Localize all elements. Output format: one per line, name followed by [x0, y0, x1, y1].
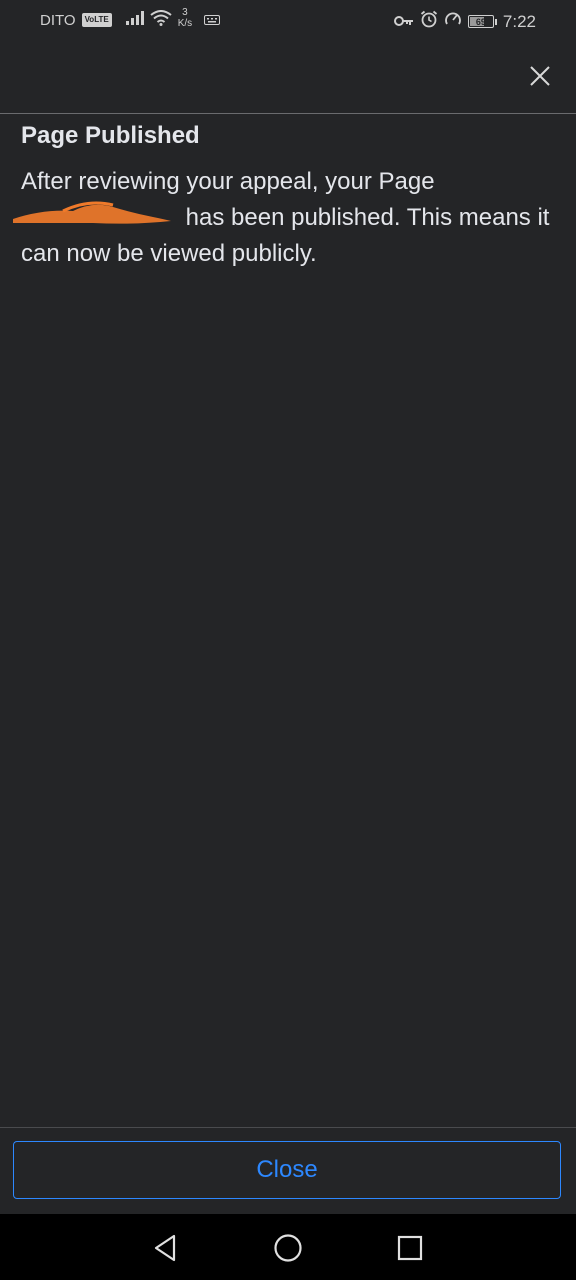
recent-apps-icon[interactable]	[394, 1232, 426, 1264]
dialog-content: Page Published After reviewing your appe…	[13, 120, 551, 272]
battery-icon: 69	[467, 15, 497, 28]
data-saver-icon	[444, 10, 462, 33]
battery-tip	[494, 18, 497, 25]
carrier-name: DITO	[40, 11, 76, 29]
back-icon[interactable]	[150, 1232, 182, 1264]
close-button[interactable]: Close	[13, 1141, 561, 1199]
dialog-body: After reviewing your appeal, your Page h…	[13, 164, 551, 272]
signal-icon	[125, 11, 144, 29]
volte-badge: VoLTE	[81, 13, 112, 27]
speed-unit: K/s	[177, 18, 193, 29]
footer-divider	[0, 1127, 576, 1128]
wifi-icon	[150, 10, 172, 30]
close-icon[interactable]	[528, 64, 552, 88]
home-icon[interactable]	[272, 1232, 304, 1264]
clock: 7:22	[502, 11, 536, 31]
battery-level: 69	[475, 16, 486, 27]
screen: DITO VoLTE 3 K/s 69 7:22 Page Published …	[0, 0, 576, 1280]
status-bar: DITO VoLTE 3 K/s 69 7:22	[0, 0, 576, 40]
status-left: DITO VoLTE 3 K/s	[40, 7, 221, 30]
navigation-bar	[0, 1214, 576, 1280]
keyboard-icon	[204, 12, 221, 29]
dialog-title: Page Published	[21, 122, 200, 149]
alarm-icon	[420, 10, 438, 33]
speed-value: 3	[182, 7, 188, 18]
status-right: 69 7:22	[393, 10, 536, 33]
body-text-part1: After reviewing your appeal, your Page	[21, 168, 435, 195]
dialog-header	[0, 40, 576, 114]
redaction-scribble	[13, 201, 179, 229]
battery-body: 69	[467, 15, 494, 28]
key-icon	[393, 12, 414, 32]
network-speed: 3 K/s	[178, 7, 192, 29]
